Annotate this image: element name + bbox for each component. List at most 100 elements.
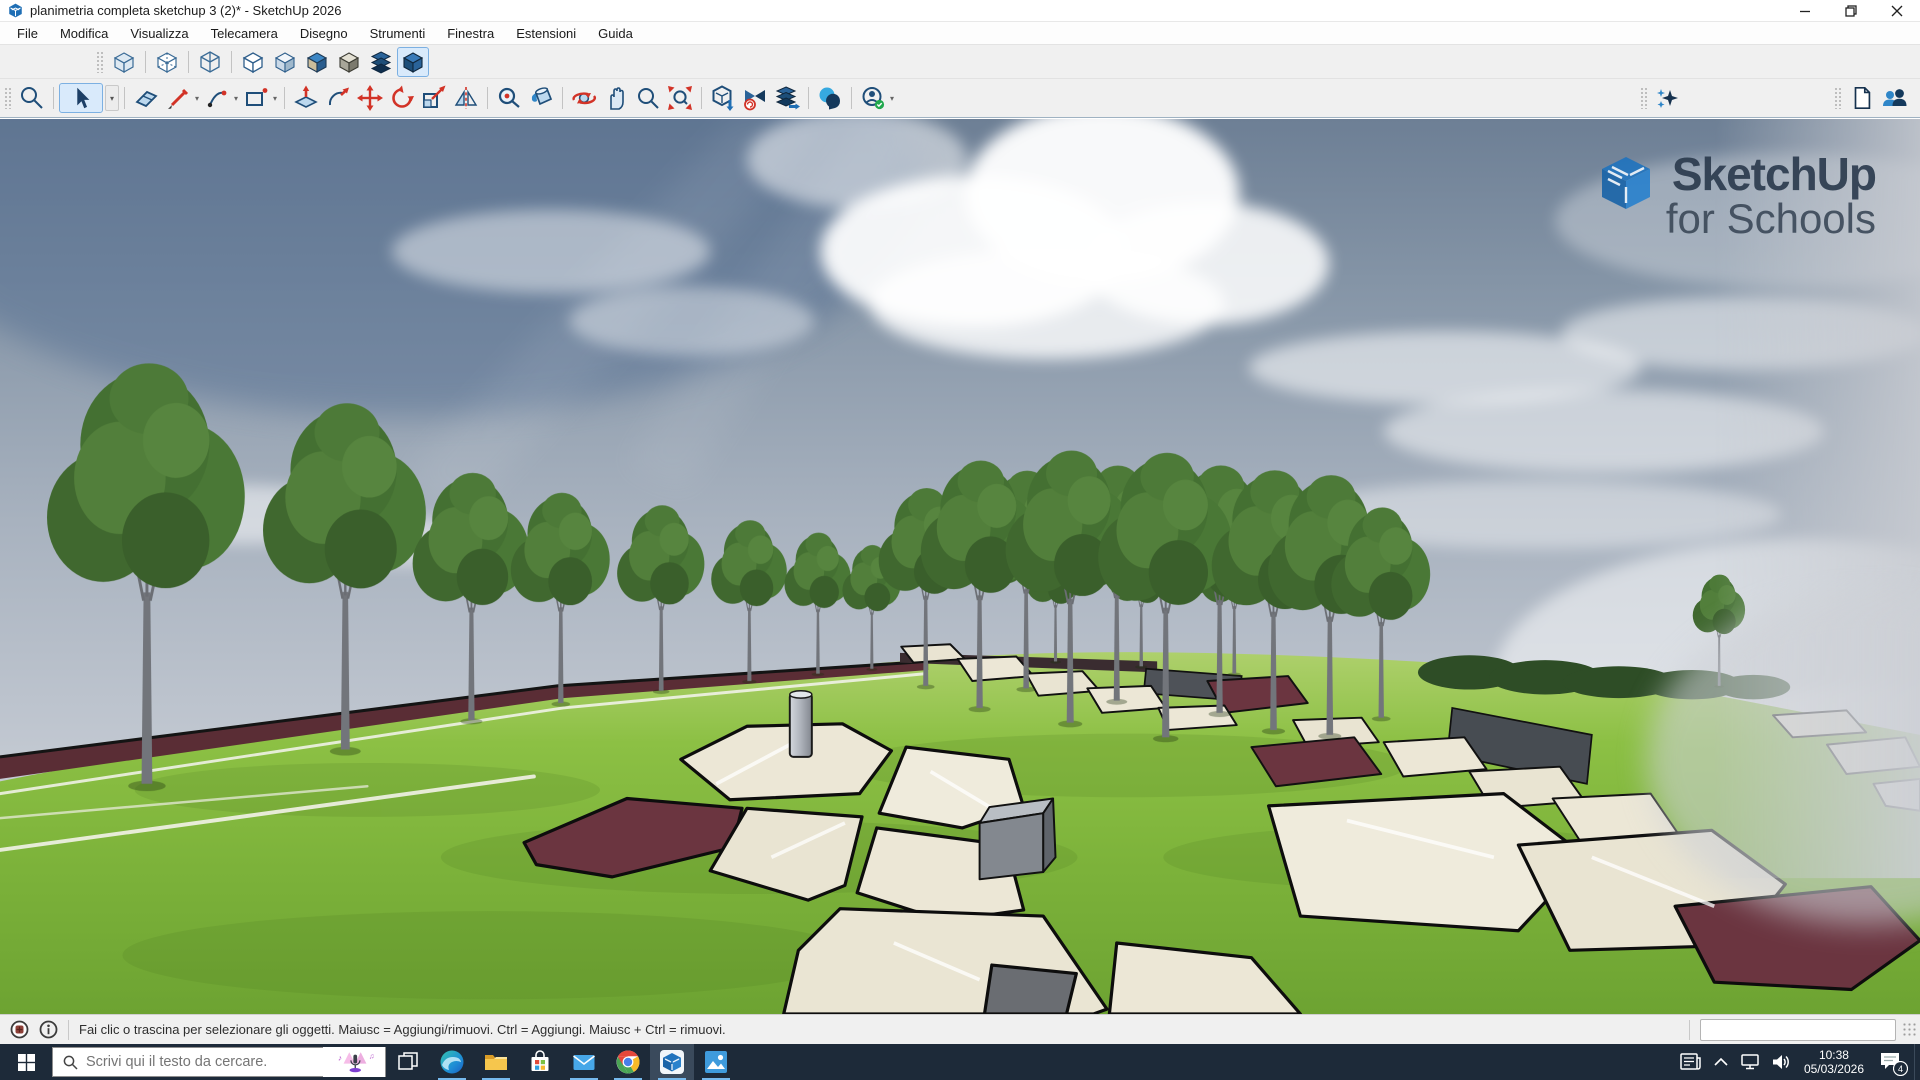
select-dropdown-button[interactable]: ▾ xyxy=(105,85,119,111)
resize-grip[interactable] xyxy=(1902,1022,1918,1038)
tape-measure-tool-icon[interactable] xyxy=(493,83,525,113)
show-desktop-button[interactable] xyxy=(1914,1044,1920,1080)
move-tool-icon[interactable] xyxy=(354,83,386,113)
system-tray: 10:38 05/03/2026 4 xyxy=(1676,1044,1920,1080)
wireframe-style-icon[interactable] xyxy=(194,47,226,77)
menu-disegno[interactable]: Disegno xyxy=(289,23,359,44)
menu-strumenti[interactable]: Strumenti xyxy=(359,23,437,44)
flip-tool-icon[interactable] xyxy=(450,83,482,113)
follow-me-tool-icon[interactable] xyxy=(322,83,354,113)
scale-tool-icon[interactable] xyxy=(418,83,450,113)
textured-style-icon-active[interactable] xyxy=(397,47,429,77)
shapes-tool-icon[interactable] xyxy=(240,83,272,113)
volume-icon[interactable] xyxy=(1766,1044,1796,1080)
search-highlight-mic-art[interactable]: ♪ ♫ xyxy=(323,1047,385,1077)
window-title: planimetria completa sketchup 3 (2)* - S… xyxy=(30,3,341,18)
shaded-style-icon[interactable] xyxy=(269,47,301,77)
taskbar-sketchup-icon-active[interactable] xyxy=(650,1044,694,1080)
info-icon[interactable] xyxy=(39,1020,58,1039)
menu-modifica[interactable]: Modifica xyxy=(49,23,119,44)
tray-clock[interactable]: 10:38 05/03/2026 xyxy=(1796,1048,1872,1076)
watermark-brand: SketchUp xyxy=(1672,151,1876,198)
orbit-tool-icon[interactable] xyxy=(568,83,600,113)
taskbar-photos-icon[interactable] xyxy=(694,1044,738,1080)
news-widget-icon[interactable] xyxy=(1676,1044,1706,1080)
taskbar-edge-icon[interactable] xyxy=(430,1044,474,1080)
menu-estensioni[interactable]: Estensioni xyxy=(505,23,587,44)
3d-scene xyxy=(0,119,1920,1014)
search-input[interactable] xyxy=(86,1054,323,1070)
tray-time: 10:38 xyxy=(1804,1048,1864,1062)
task-view-button[interactable] xyxy=(386,1044,430,1080)
notification-badge-count: 4 xyxy=(1898,1064,1903,1074)
style-toolbar xyxy=(0,45,1920,79)
start-button[interactable] xyxy=(0,1044,52,1080)
taskbar-chrome-icon[interactable] xyxy=(606,1044,650,1080)
menu-bar: File Modifica Visualizza Telecamera Dise… xyxy=(0,22,1920,45)
taskbar-store-icon[interactable] xyxy=(518,1044,562,1080)
document-toolbar-group xyxy=(1830,83,1910,113)
line-tool-icon[interactable] xyxy=(162,83,194,113)
pillar xyxy=(790,691,812,757)
menu-file[interactable]: File xyxy=(6,23,49,44)
sketchup-window: planimetria completa sketchup 3 (2)* - S… xyxy=(0,0,1920,1080)
status-bar: Fai clic o trascina per selezionare gli … xyxy=(0,1014,1920,1044)
new-document-icon[interactable] xyxy=(1846,83,1878,113)
paint-bucket-tool-icon[interactable] xyxy=(525,83,557,113)
menu-visualizza[interactable]: Visualizza xyxy=(119,23,199,44)
taskbar-file-explorer-icon[interactable] xyxy=(474,1044,518,1080)
menu-guida[interactable]: Guida xyxy=(587,23,644,44)
toolbar-grip-4[interactable] xyxy=(1834,87,1842,109)
measurements-input[interactable] xyxy=(1700,1019,1896,1041)
search-tool-icon[interactable] xyxy=(16,83,48,113)
pan-tool-icon[interactable] xyxy=(600,83,632,113)
status-hint-text: Fai clic o trascina per selezionare gli … xyxy=(79,1022,726,1037)
xray-style-icon[interactable] xyxy=(108,47,140,77)
geolocation-icon[interactable] xyxy=(10,1020,29,1039)
search-icon xyxy=(63,1055,78,1070)
taskbar-search-box[interactable]: ♪ ♫ xyxy=(52,1047,386,1077)
select-tool-icon-active[interactable] xyxy=(59,83,103,113)
back-edges-style-icon[interactable] xyxy=(151,47,183,77)
monochrome-style-icon[interactable] xyxy=(333,47,365,77)
menu-telecamera[interactable]: Telecamera xyxy=(200,23,289,44)
network-icon[interactable] xyxy=(1736,1044,1766,1080)
send-to-layout-icon[interactable] xyxy=(771,83,803,113)
toolbar-grip-2[interactable] xyxy=(4,87,12,109)
svg-text:♪: ♪ xyxy=(338,1053,342,1062)
hidden-line-style-icon[interactable] xyxy=(237,47,269,77)
push-pull-tool-icon[interactable] xyxy=(290,83,322,113)
title-bar: planimetria completa sketchup 3 (2)* - S… xyxy=(0,0,1920,22)
bench-box xyxy=(980,799,1056,880)
restore-button[interactable] xyxy=(1828,0,1874,21)
model-viewport-canvas[interactable]: SketchUp for Schools xyxy=(0,119,1920,1014)
shaded-textures-style-icon[interactable] xyxy=(301,47,333,77)
3d-warehouse-icon[interactable] xyxy=(707,83,739,113)
toolbar-grip-3[interactable] xyxy=(1640,87,1648,109)
account-icon[interactable] xyxy=(857,83,889,113)
ai-sparkles-icon[interactable] xyxy=(1652,83,1684,113)
tray-chevron-up-icon[interactable] xyxy=(1706,1044,1736,1080)
zoom-extents-tool-icon[interactable] xyxy=(664,83,696,113)
extension-warehouse-icon[interactable] xyxy=(739,83,771,113)
zoom-tool-icon[interactable] xyxy=(632,83,664,113)
color-by-tag-style-icon[interactable] xyxy=(365,47,397,77)
main-toolbar: ▾ ▾ ▾ ▾ xyxy=(0,79,1920,118)
collaborators-icon[interactable] xyxy=(1878,83,1910,113)
taskbar-mail-icon[interactable] xyxy=(562,1044,606,1080)
rotate-tool-icon[interactable] xyxy=(386,83,418,113)
close-button[interactable] xyxy=(1874,0,1920,21)
minimize-button[interactable] xyxy=(1782,0,1828,21)
arc-tool-icon[interactable] xyxy=(201,83,233,113)
menu-finestra[interactable]: Finestra xyxy=(436,23,505,44)
windows-taskbar: ♪ ♫ xyxy=(0,1044,1920,1080)
tray-date: 05/03/2026 xyxy=(1804,1062,1864,1076)
eraser-tool-icon[interactable] xyxy=(130,83,162,113)
sketchup-watermark-logo xyxy=(1598,157,1654,213)
svg-text:♫: ♫ xyxy=(369,1052,375,1061)
notification-center-icon[interactable]: 4 xyxy=(1872,1044,1910,1080)
toolbar-grip[interactable] xyxy=(96,51,104,73)
chat-icon[interactable] xyxy=(814,83,846,113)
watermark: SketchUp for Schools xyxy=(1598,151,1876,241)
watermark-sub: for Schools xyxy=(1666,198,1876,241)
